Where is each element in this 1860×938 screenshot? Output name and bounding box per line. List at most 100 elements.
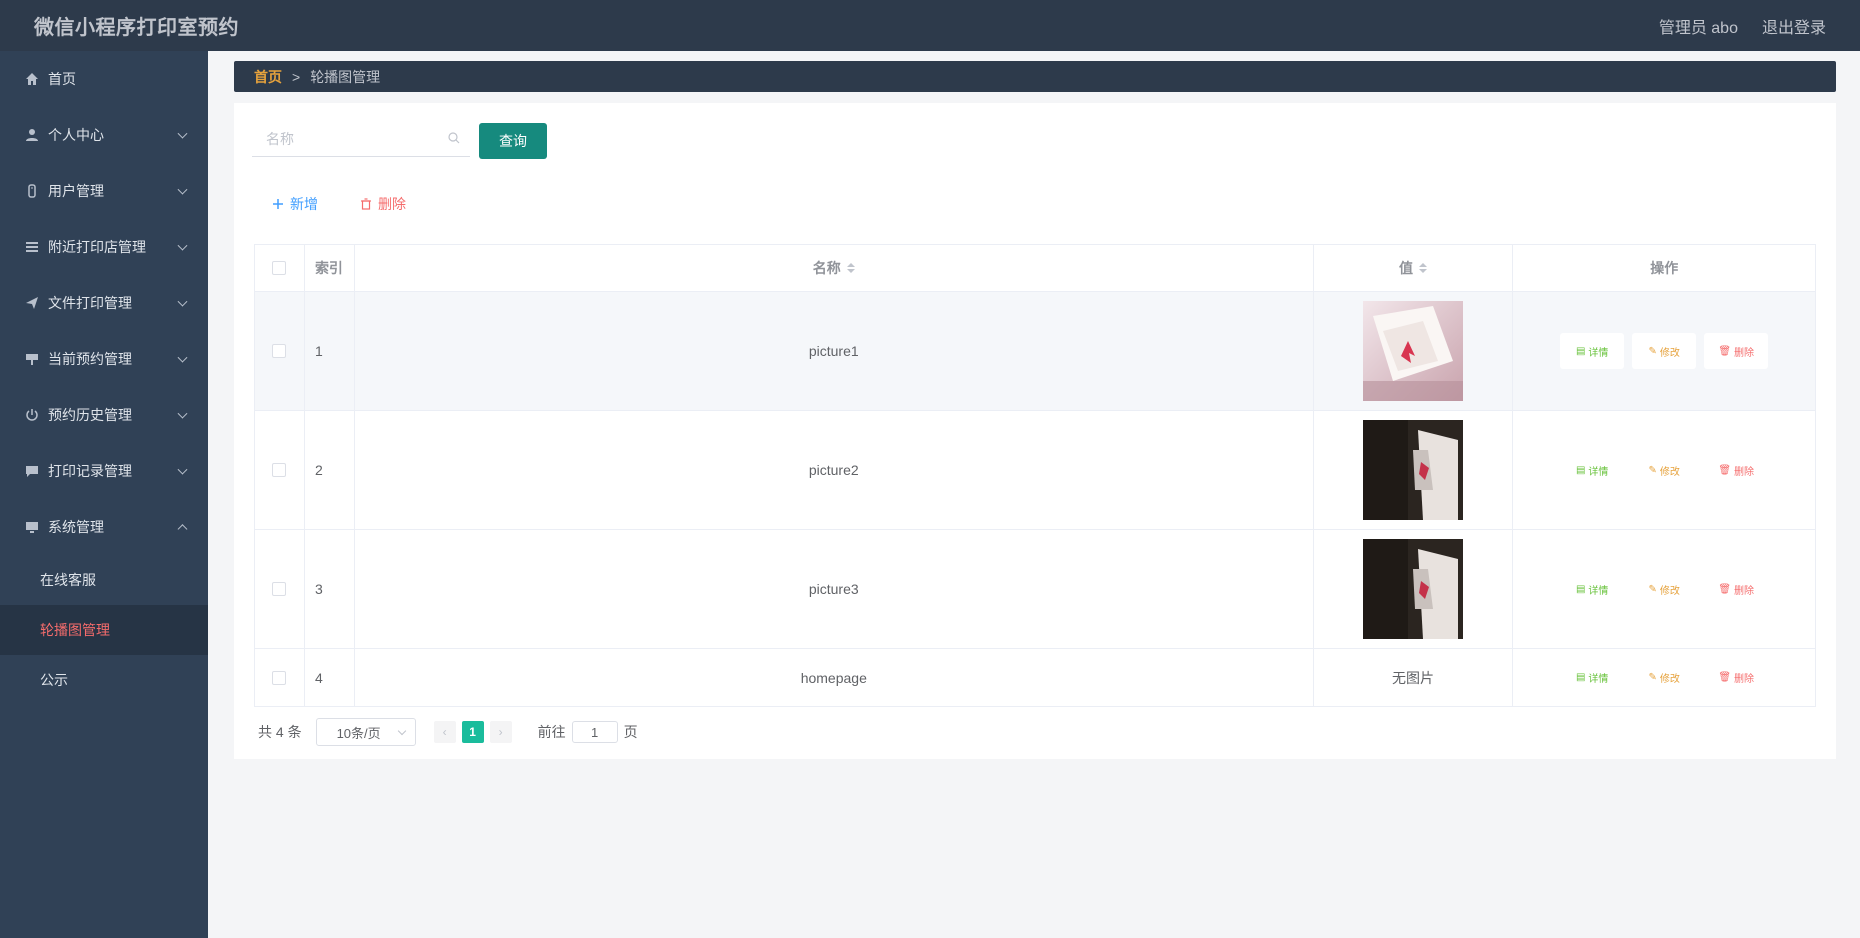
prev-page-button[interactable]: ‹ [433, 721, 456, 743]
row-ops: ▤ 详情 ✎ 修改 🗑 删除 [1513, 530, 1815, 648]
row-value-text: 无图片 [1314, 649, 1514, 706]
doc-icon: ▤ [1575, 583, 1586, 595]
batch-delete-button[interactable]: 删除 [360, 191, 406, 217]
header-checkbox-cell [255, 245, 305, 291]
sidebar-item-label: 预约历史管理 [48, 407, 132, 423]
page-size-select[interactable]: 10条/页 [315, 718, 416, 746]
carousel-thumbnail[interactable] [1363, 539, 1464, 639]
sidebar-item-home[interactable]: 首页 [0, 51, 208, 107]
goto-page-input[interactable] [571, 721, 618, 743]
edit-icon: ✎ [1648, 672, 1657, 683]
chevron-down-icon [397, 726, 406, 736]
row-value [1314, 411, 1514, 529]
row-name: picture2 [355, 411, 1314, 529]
sidebar-subitem-carousel[interactable]: 轮播图管理 [0, 605, 208, 655]
edit-button[interactable]: ✎ 修改 [1632, 660, 1696, 696]
sort-icon[interactable] [846, 263, 855, 273]
breadcrumb-separator: > [292, 68, 301, 85]
next-page-button[interactable]: › [489, 721, 512, 743]
list-icon [24, 239, 40, 255]
sidebar-item-label: 当前预约管理 [48, 351, 132, 367]
row-index: 3 [305, 530, 355, 648]
header-name-label: 名称 [812, 260, 841, 276]
carousel-thumbnail[interactable] [1363, 420, 1464, 520]
remove-button[interactable]: 🗑 删除 [1704, 333, 1769, 369]
header-user-area: 管理员 abo 退出登录 [1659, 14, 1826, 38]
breadcrumb-home[interactable]: 首页 [254, 67, 282, 87]
sidebar-item-system[interactable]: 系统管理 [0, 499, 208, 555]
add-button-label: 新增 [290, 196, 318, 212]
sidebar-subitem-online-service[interactable]: 在线客服 [0, 555, 208, 605]
sidebar-item-label: 首页 [48, 71, 76, 87]
sidebar-item-shops[interactable]: 附近打印店管理 [0, 219, 208, 275]
delete-button-label: 删除 [378, 196, 406, 212]
detail-button[interactable]: ▤ 详情 [1560, 571, 1624, 607]
power-icon [24, 407, 40, 423]
header-value[interactable]: 值 [1314, 245, 1514, 291]
trash-icon: 🗑 [1718, 672, 1732, 683]
row-checkbox[interactable] [272, 344, 287, 358]
page-size-value: 10条/页 [336, 725, 381, 741]
sidebar-item-label: 个人中心 [48, 127, 104, 143]
pin-icon [24, 351, 40, 367]
page-suffix: 页 [623, 724, 638, 740]
sidebar-item-booking-history[interactable]: 预约历史管理 [0, 387, 208, 443]
row-checkbox[interactable] [272, 670, 287, 685]
users-icon [24, 183, 40, 199]
edit-button[interactable]: ✎ 修改 [1632, 333, 1697, 369]
header-name[interactable]: 名称 [355, 245, 1314, 291]
select-all-checkbox[interactable] [272, 261, 287, 275]
search-input[interactable] [266, 130, 436, 147]
remove-button[interactable]: 🗑 删除 [1704, 571, 1768, 607]
remove-button[interactable]: 🗑 删除 [1704, 452, 1768, 488]
edit-button[interactable]: ✎ 修改 [1632, 571, 1696, 607]
sidebar-item-file-print[interactable]: 文件打印管理 [0, 275, 208, 331]
row-name: homepage [355, 649, 1314, 706]
row-checkbox[interactable] [272, 582, 287, 596]
logout-link[interactable]: 退出登录 [1762, 14, 1826, 38]
chevron-down-icon [177, 240, 188, 251]
page-number-button[interactable]: 1 [461, 721, 484, 743]
row-value [1314, 292, 1514, 410]
header-index: 索引 [305, 245, 355, 291]
pagination: 共 4 条 10条/页 ‹ 1 › 前往 页 [258, 717, 638, 747]
detail-button[interactable]: ▤ 详情 [1560, 660, 1624, 696]
doc-icon: ▤ [1575, 464, 1586, 476]
trash-icon [361, 198, 371, 210]
app-title: 微信小程序打印室预约 [34, 17, 239, 39]
header-value-label: 值 [1399, 260, 1414, 276]
edit-icon: ✎ [1648, 464, 1657, 476]
query-button[interactable]: 查询 [479, 123, 547, 159]
table-header-row: 索引 名称 值 操作 [255, 245, 1815, 292]
sidebar-item-label: 用户管理 [48, 183, 104, 199]
home-icon [24, 71, 40, 87]
sidebar-item-current-booking[interactable]: 当前预约管理 [0, 331, 208, 387]
doc-icon: ▤ [1575, 672, 1586, 683]
chevron-down-icon [177, 296, 188, 307]
carousel-thumbnail[interactable] [1363, 301, 1464, 401]
add-button[interactable]: 新增 [272, 191, 318, 217]
sidebar-item-users[interactable]: 用户管理 [0, 163, 208, 219]
user-icon [24, 127, 40, 143]
detail-button[interactable]: ▤ 详情 [1560, 333, 1625, 369]
search-box [252, 121, 470, 157]
chat-icon [24, 463, 40, 479]
sidebar-item-label: 系统管理 [48, 519, 104, 535]
row-checkbox[interactable] [272, 463, 287, 477]
sidebar-item-print-records[interactable]: 打印记录管理 [0, 443, 208, 499]
breadcrumb: 首页 > 轮播图管理 [234, 61, 1836, 92]
row-name: picture1 [355, 292, 1314, 410]
remove-button[interactable]: 🗑 删除 [1704, 660, 1768, 696]
detail-button[interactable]: ▤ 详情 [1560, 452, 1624, 488]
breadcrumb-current: 轮播图管理 [310, 68, 381, 85]
edit-button[interactable]: ✎ 修改 [1632, 452, 1696, 488]
sidebar-item-personal[interactable]: 个人中心 [0, 107, 208, 163]
edit-icon: ✎ [1648, 583, 1657, 595]
sidebar-item-label: 打印记录管理 [48, 463, 132, 479]
table-row: 2 picture2 ▤ 详情 ✎ 修改 🗑 删除 [255, 411, 1815, 530]
chevron-down-icon [177, 352, 188, 363]
row-value [1314, 530, 1514, 648]
sidebar-subitem-notice[interactable]: 公示 [0, 655, 208, 705]
search-icon [448, 132, 460, 144]
sort-icon[interactable] [1419, 263, 1428, 273]
